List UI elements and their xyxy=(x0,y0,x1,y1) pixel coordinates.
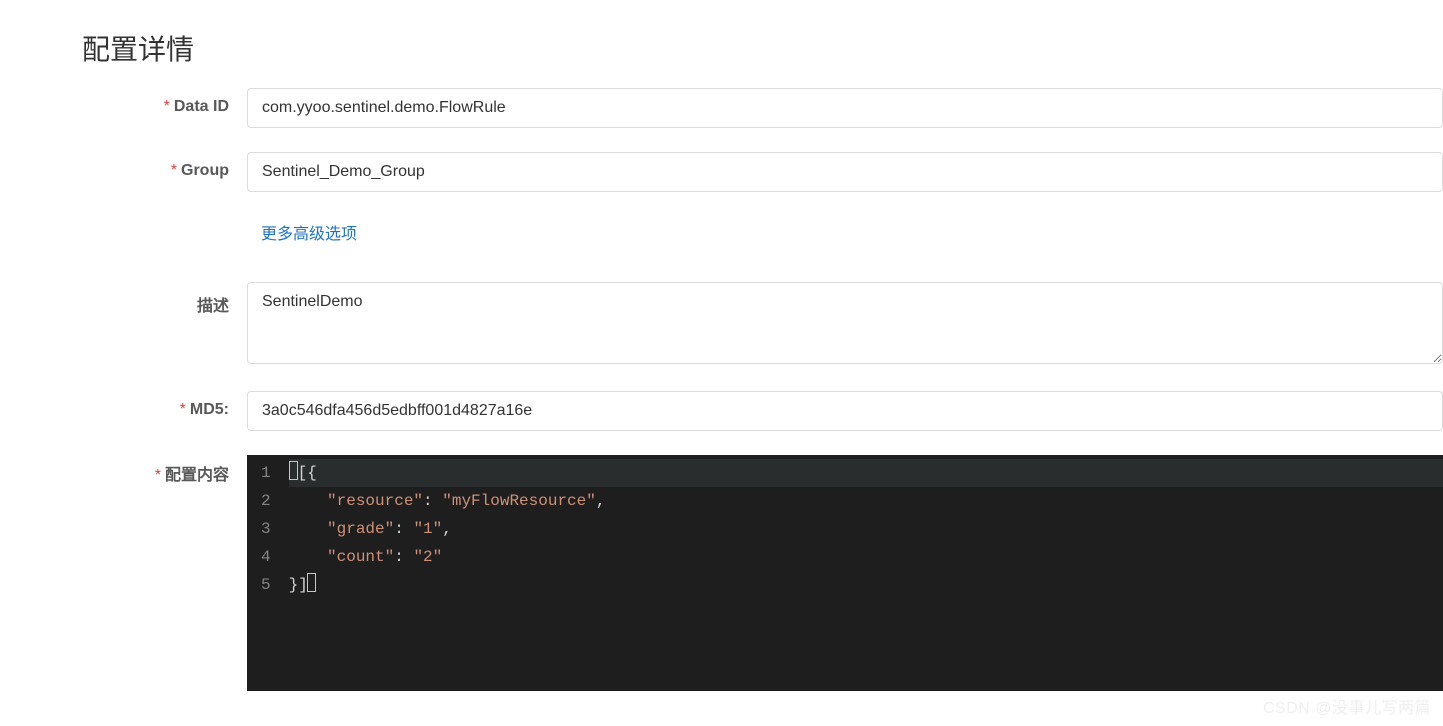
more-options-link[interactable]: 更多高级选项 xyxy=(247,216,357,244)
config-form: *Data ID *Group 更多高级选项 描述 SentinelDemo *… xyxy=(0,88,1443,691)
label-group: *Group xyxy=(82,152,247,180)
required-mark: * xyxy=(155,467,161,484)
row-description: 描述 SentinelDemo xyxy=(82,282,1443,367)
required-mark: * xyxy=(180,401,186,418)
label-data-id-text: Data ID xyxy=(174,98,229,115)
label-md5: *MD5: xyxy=(82,391,247,419)
row-md5: *MD5: xyxy=(82,391,1443,431)
label-description-text: 描述 xyxy=(197,298,229,315)
label-data-id: *Data ID xyxy=(82,88,247,116)
data-id-input[interactable] xyxy=(247,88,1443,128)
label-md5-text: MD5: xyxy=(190,401,229,418)
line-number: 3 xyxy=(261,515,271,543)
required-mark: * xyxy=(171,162,177,179)
row-more-options: 更多高级选项 xyxy=(82,216,1443,244)
code-line[interactable]: [{ xyxy=(289,459,1443,487)
page-title: 配置详情 xyxy=(0,0,1443,88)
content-code-editor[interactable]: 1 2 3 4 5 [{ "resource": "myFlowResource… xyxy=(247,455,1443,691)
description-input[interactable]: SentinelDemo xyxy=(247,282,1443,364)
code-line[interactable]: "grade": "1", xyxy=(289,515,1443,543)
line-number: 2 xyxy=(261,487,271,515)
code-gutter: 1 2 3 4 5 xyxy=(247,455,289,691)
watermark: CSDN @没事儿写两篇 xyxy=(1263,694,1431,718)
code-line[interactable]: "count": "2" xyxy=(289,543,1443,571)
group-input[interactable] xyxy=(247,152,1443,192)
md5-input[interactable] xyxy=(247,391,1443,431)
row-data-id: *Data ID xyxy=(82,88,1443,128)
label-content-text: 配置内容 xyxy=(165,467,229,484)
line-number: 5 xyxy=(261,571,271,599)
line-number: 1 xyxy=(261,459,271,487)
code-line[interactable]: "resource": "myFlowResource", xyxy=(289,487,1443,515)
row-content: *配置内容 1 2 3 4 5 [{ "resource": "myFlowRe… xyxy=(82,455,1443,691)
code-content[interactable]: [{ "resource": "myFlowResource", "grade"… xyxy=(289,455,1443,691)
label-content: *配置内容 xyxy=(82,455,247,485)
row-group: *Group xyxy=(82,152,1443,192)
required-mark: * xyxy=(164,98,170,115)
line-number: 4 xyxy=(261,543,271,571)
code-line[interactable]: }] xyxy=(289,571,1443,599)
label-description: 描述 xyxy=(82,282,247,316)
label-group-text: Group xyxy=(181,162,229,179)
